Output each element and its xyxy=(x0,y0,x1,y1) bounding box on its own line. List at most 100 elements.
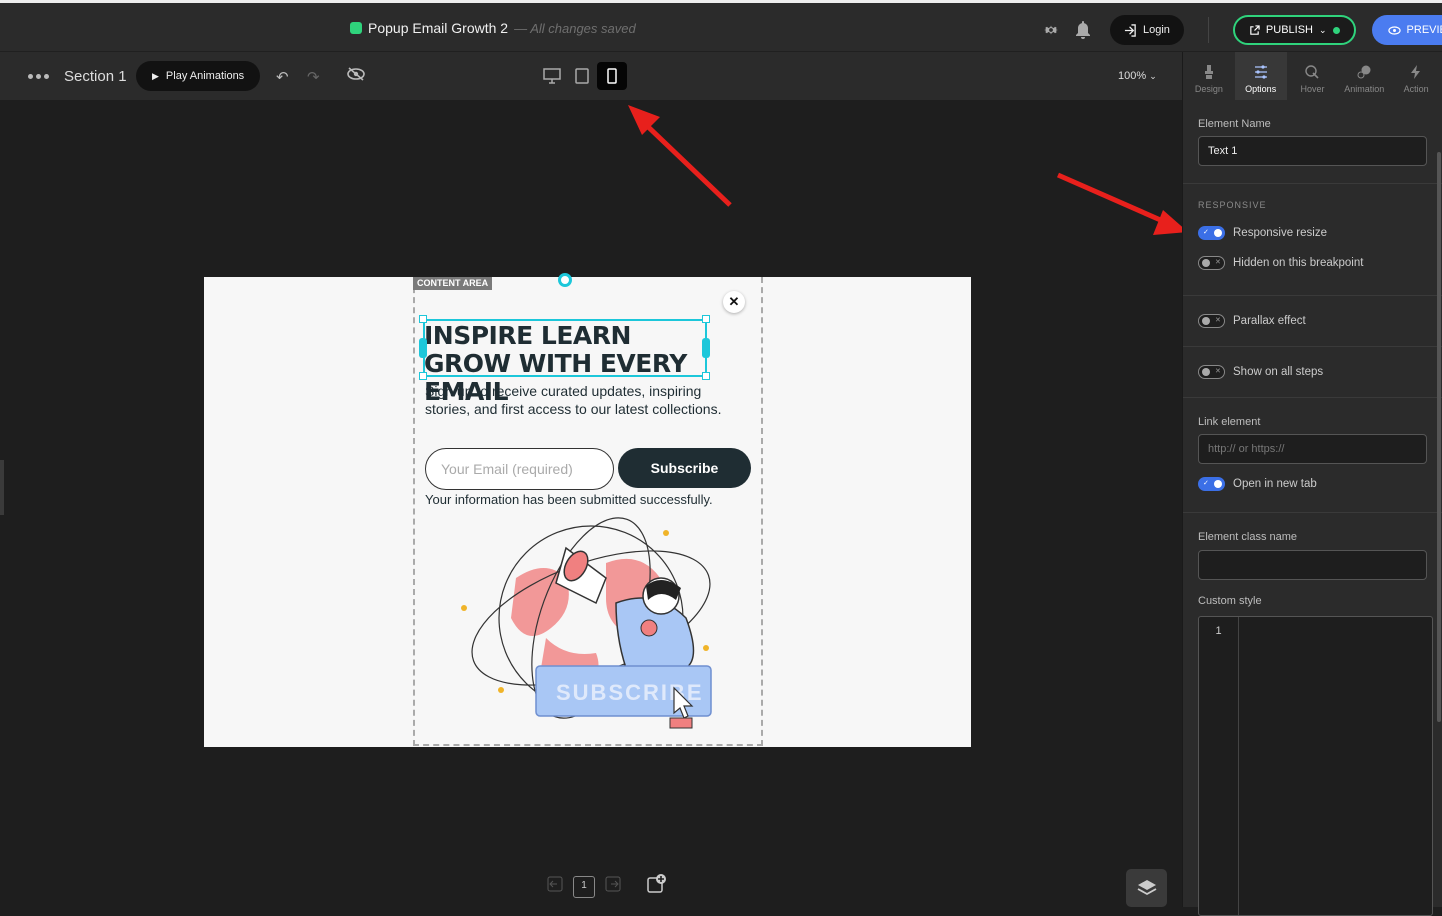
mobile-icon xyxy=(607,68,617,84)
zoom-value: 100% xyxy=(1118,70,1147,82)
subscribe-button[interactable]: Subscribe xyxy=(618,448,751,488)
panel-scrollbar[interactable] xyxy=(1437,152,1441,722)
previous-step-icon[interactable] xyxy=(545,874,565,899)
content-area-tag: CONTENT AREA xyxy=(413,277,493,290)
resize-handle-bottom-right[interactable] xyxy=(702,372,710,380)
tab-design[interactable]: Design xyxy=(1183,52,1235,100)
add-step-icon[interactable] xyxy=(645,873,667,900)
link-url-input[interactable]: http:// or https:// xyxy=(1198,434,1427,464)
open-new-tab-toggle[interactable]: ✓ xyxy=(1198,477,1225,491)
rotate-handle[interactable] xyxy=(558,273,572,287)
login-label: Login xyxy=(1143,24,1170,36)
popup-body-text[interactable]: Sign up to receive curated updates, insp… xyxy=(425,382,725,418)
save-status: — All changes saved xyxy=(514,20,636,36)
divider xyxy=(1207,17,1209,43)
link-element-label: Link element xyxy=(1198,416,1261,428)
tablet-view-button[interactable] xyxy=(567,62,597,90)
login-icon xyxy=(1124,23,1136,37)
gear-icon[interactable] xyxy=(1040,19,1062,41)
document-title-area: Popup Email Growth 2 — All changes saved xyxy=(350,20,636,36)
show-all-steps-row: ✕ Show on all steps xyxy=(1198,357,1427,387)
tab-animation-label: Animation xyxy=(1344,84,1385,94)
device-switcher xyxy=(537,62,627,90)
section-selector[interactable]: Section 1 xyxy=(64,68,127,85)
tab-options[interactable]: Options xyxy=(1234,52,1287,100)
resize-handle-top-right[interactable] xyxy=(702,315,710,323)
tab-animation[interactable]: Animation xyxy=(1338,52,1390,100)
animation-icon xyxy=(1357,65,1371,79)
brush-icon xyxy=(1204,65,1213,79)
step-page-number: 1 xyxy=(581,879,587,891)
class-name-label: Element class name xyxy=(1198,531,1298,543)
undo-icon[interactable]: ↶ xyxy=(276,68,289,86)
show-all-steps-toggle[interactable]: ✕ xyxy=(1198,365,1225,379)
sliders-icon xyxy=(1254,65,1267,79)
publish-button[interactable]: PUBLISH ⌄ xyxy=(1232,15,1356,45)
custom-style-editor[interactable]: 1 xyxy=(1198,616,1433,916)
desktop-icon xyxy=(543,68,561,84)
preview-label: PREVIEW xyxy=(1406,24,1442,36)
play-animations-button[interactable]: ▶ Play Animations xyxy=(136,61,261,91)
play-animations-label: Play Animations xyxy=(165,70,245,82)
responsive-resize-label: Responsive resize xyxy=(1233,227,1327,239)
success-message[interactable]: Your information has been submitted succ… xyxy=(425,492,713,507)
chevron-down-icon: ⌄ xyxy=(1319,24,1327,35)
layers-button[interactable] xyxy=(1126,869,1167,907)
top-bar: Popup Email Growth 2 — All changes saved… xyxy=(0,0,1442,52)
element-name-section: Element Name Text 1 xyxy=(1183,100,1442,184)
tab-hover[interactable]: Hover xyxy=(1287,52,1339,100)
resize-handle-top-left[interactable] xyxy=(419,315,427,323)
step-navigation: 1 xyxy=(545,873,667,900)
bell-icon[interactable] xyxy=(1072,19,1094,41)
play-icon: ▶ xyxy=(152,70,159,81)
tab-action-label: Action xyxy=(1403,84,1429,94)
open-new-tab-label: Open in new tab xyxy=(1233,478,1317,490)
left-panel-handle[interactable] xyxy=(0,460,4,515)
mobile-view-button[interactable] xyxy=(597,62,627,90)
class-name-input[interactable] xyxy=(1198,550,1427,580)
resize-handle-right[interactable] xyxy=(702,338,710,358)
next-step-icon[interactable] xyxy=(603,874,623,899)
custom-style-label: Custom style xyxy=(1198,595,1262,607)
tab-design-label: Design xyxy=(1194,84,1223,94)
hover-icon xyxy=(1305,65,1320,79)
resize-handle-bottom-left[interactable] xyxy=(419,372,427,380)
resize-handle-left[interactable] xyxy=(419,338,427,358)
hidden-breakpoint-row: ✕ Hidden on this breakpoint xyxy=(1198,248,1427,278)
link-section: Link element http:// or https:// ✓ Open … xyxy=(1183,398,1442,513)
eye-icon xyxy=(1387,25,1401,35)
parallax-toggle[interactable]: ✕ xyxy=(1198,314,1225,328)
steps-section: ✕ Show on all steps xyxy=(1183,347,1442,398)
tab-options-label: Options xyxy=(1245,84,1277,94)
popup-icon xyxy=(350,22,362,34)
more-menu-icon[interactable] xyxy=(28,74,49,79)
layers-icon xyxy=(1137,880,1156,896)
chevron-down-icon: ⌄ xyxy=(1149,71,1157,81)
email-field[interactable]: Your Email (required) xyxy=(425,448,614,490)
parallax-row: ✕ Parallax effect xyxy=(1198,306,1427,336)
zoom-selector[interactable]: 100% ⌄ xyxy=(1118,70,1157,82)
tab-action[interactable]: Action xyxy=(1390,52,1442,100)
preview-button[interactable]: PREVIEW xyxy=(1371,15,1442,45)
parallax-label: Parallax effect xyxy=(1233,315,1306,327)
bolt-icon xyxy=(1411,65,1421,79)
properties-panel: Design Options Hover Animation Action El… xyxy=(1182,52,1442,916)
class-name-section: Element class name Custom style xyxy=(1183,513,1442,607)
editor-toolbar: Section 1 ▶ Play Animations ↶ ↷ 100% ⌄ xyxy=(0,52,1182,100)
hidden-breakpoint-label: Hidden on this breakpoint xyxy=(1233,257,1364,269)
responsive-resize-toggle[interactable]: ✓ xyxy=(1198,226,1225,240)
hidden-breakpoint-toggle[interactable]: ✕ xyxy=(1198,256,1225,270)
desktop-view-button[interactable] xyxy=(537,62,567,90)
login-button[interactable]: Login xyxy=(1110,15,1184,45)
line-number: 1 xyxy=(1199,617,1239,915)
selection-box xyxy=(423,319,707,377)
element-name-input[interactable]: Text 1 xyxy=(1198,136,1427,166)
step-page-indicator[interactable]: 1 xyxy=(573,875,595,898)
close-icon[interactable]: ✕ xyxy=(723,291,745,313)
document-title[interactable]: Popup Email Growth 2 xyxy=(368,20,508,36)
redo-icon[interactable]: ↷ xyxy=(307,68,320,86)
megaphone-globe-illustration[interactable]: SUBSCRIBE xyxy=(456,508,726,748)
element-name-label: Element Name xyxy=(1198,118,1271,130)
eye-off-icon[interactable] xyxy=(346,66,366,87)
responsive-heading: RESPONSIVE xyxy=(1198,200,1267,210)
